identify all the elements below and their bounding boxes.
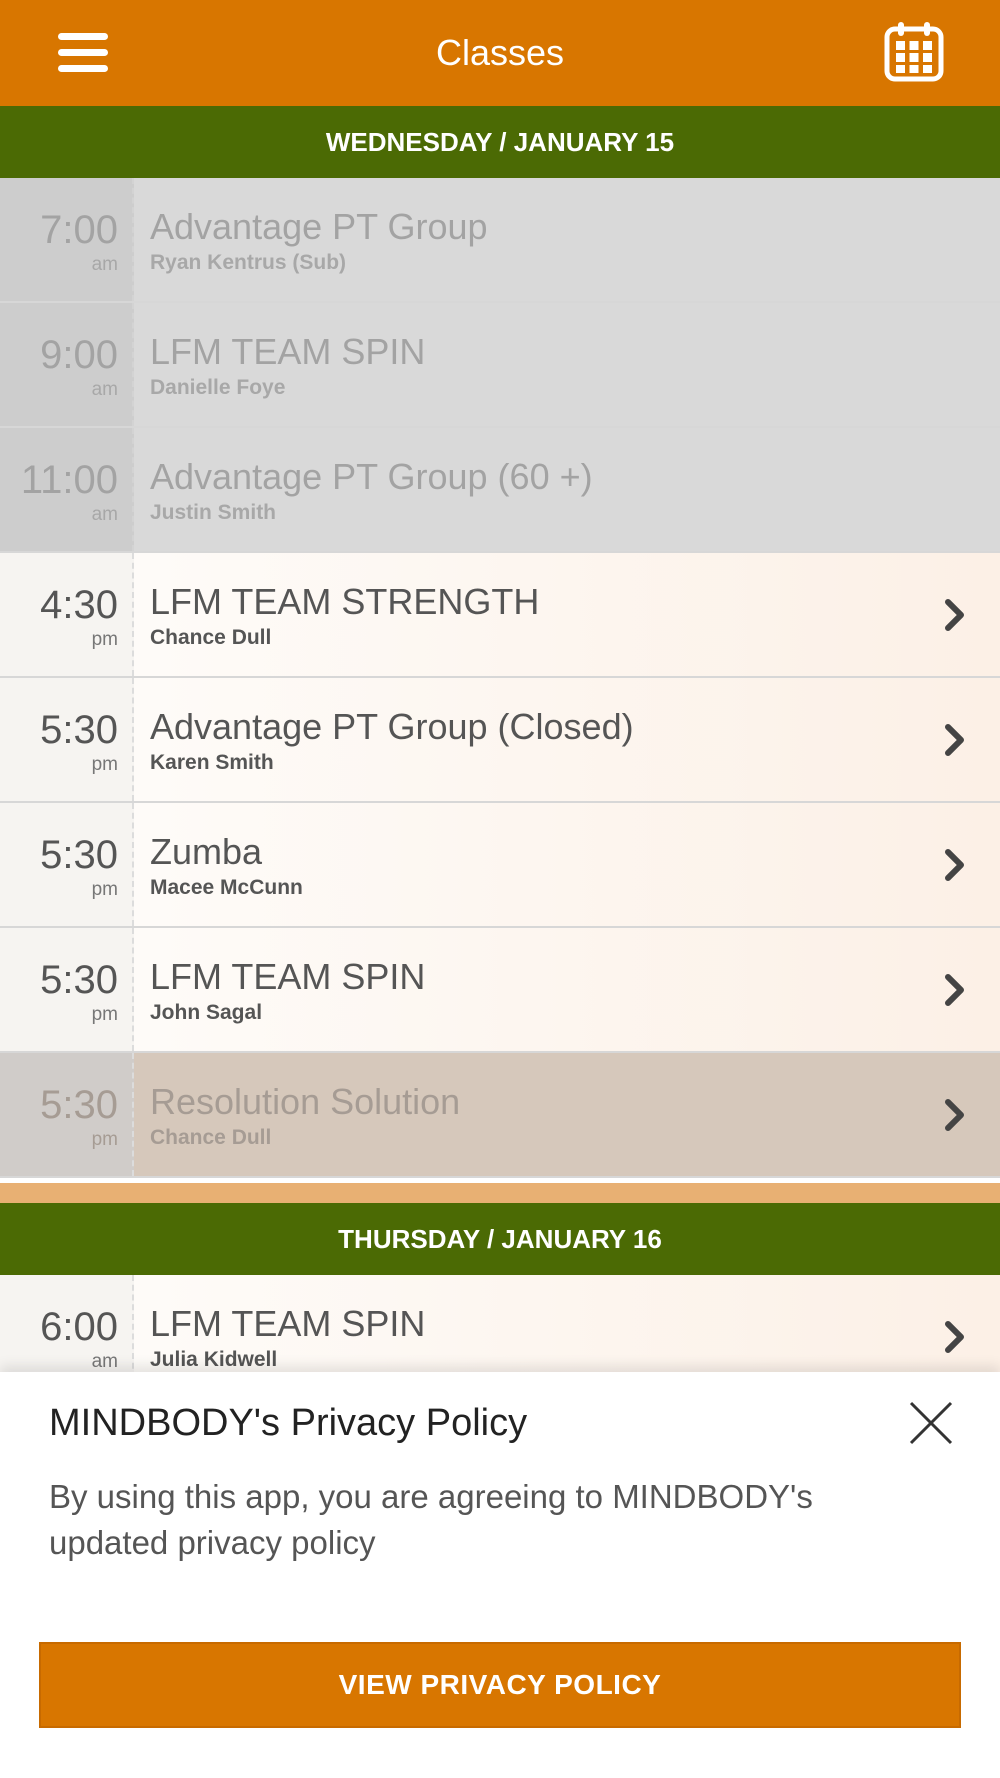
- class-row[interactable]: 9:00 am LFM TEAM SPIN Danielle Foye: [0, 303, 1000, 428]
- time-column: 5:30 pm: [0, 1053, 134, 1176]
- class-name: Advantage PT Group: [150, 206, 488, 247]
- instructor-name: Justin Smith: [150, 501, 277, 524]
- class-ampm: am: [91, 504, 118, 525]
- page-title: Classes: [435, 32, 565, 73]
- class-ampm: pm: [91, 1004, 118, 1025]
- chevron-right-icon[interactable]: [942, 1319, 968, 1355]
- class-row[interactable]: 11:00 am Advantage PT Group (60 +) Justi…: [0, 428, 1000, 553]
- day-header-thursday: THURSDAY / JANUARY 16: [0, 1203, 1000, 1275]
- class-name: LFM TEAM SPIN: [150, 331, 426, 372]
- class-name: Advantage PT Group (Closed): [150, 706, 634, 747]
- class-ampm: am: [91, 1351, 118, 1372]
- class-row[interactable]: 5:30 pm Resolution Solution Chance Dull: [0, 1053, 1000, 1178]
- chevron-right-icon[interactable]: [942, 972, 968, 1008]
- instructor-name: Ryan Kentrus (Sub): [150, 251, 347, 274]
- class-name: Zumba: [150, 831, 263, 872]
- chevron-right-icon[interactable]: [942, 847, 968, 883]
- class-ampm: am: [91, 379, 118, 400]
- time-column: 9:00 am: [0, 303, 134, 426]
- class-ampm: pm: [91, 1129, 118, 1150]
- class-time: 5:30: [40, 1083, 118, 1127]
- instructor-name: Karen Smith: [150, 751, 274, 774]
- chevron-right-icon[interactable]: [942, 597, 968, 633]
- class-ampm: pm: [91, 754, 118, 775]
- class-row[interactable]: 5:30 pm Zumba Macee McCunn: [0, 803, 1000, 928]
- class-ampm: pm: [91, 879, 118, 900]
- class-row[interactable]: 7:00 am Advantage PT Group Ryan Kentrus …: [0, 178, 1000, 303]
- chevron-right-icon[interactable]: [942, 1097, 968, 1133]
- class-time: 6:00: [40, 1305, 118, 1349]
- class-time: 5:30: [40, 958, 118, 1002]
- class-name: Resolution Solution: [150, 1081, 461, 1122]
- class-time: 5:30: [40, 708, 118, 752]
- class-name: LFM TEAM SPIN: [150, 1303, 426, 1344]
- privacy-sheet-body: By using this app, you are agreeing to M…: [49, 1478, 813, 1561]
- time-column: 5:30 pm: [0, 928, 134, 1051]
- instructor-name: Chance Dull: [150, 1126, 272, 1149]
- class-ampm: am: [91, 254, 118, 275]
- class-time: 5:30: [40, 833, 118, 877]
- instructor-name: Chance Dull: [150, 626, 272, 649]
- class-time: 9:00: [40, 333, 118, 377]
- time-column: 11:00 am: [0, 428, 134, 551]
- day-header-wednesday: WEDNESDAY / JANUARY 15: [0, 106, 1000, 178]
- time-column: 4:30 pm: [0, 553, 134, 676]
- day-separator: [0, 1183, 1000, 1203]
- instructor-name: Julia Kidwell: [150, 1348, 278, 1371]
- view-privacy-policy-button[interactable]: VIEW PRIVACY POLICY: [39, 1642, 961, 1728]
- class-time: 7:00: [40, 208, 118, 252]
- time-column: 5:30 pm: [0, 678, 134, 801]
- privacy-policy-sheet: MINDBODY's Privacy Policy By using this …: [0, 1372, 1000, 1778]
- class-time: 4:30: [40, 583, 118, 627]
- privacy-sheet-title: MINDBODY's Privacy Policy: [49, 1402, 528, 1444]
- class-row[interactable]: 5:30 pm LFM TEAM SPIN John Sagal: [0, 928, 1000, 1053]
- class-row[interactable]: 4:30 pm LFM TEAM STRENGTH Chance Dull: [0, 553, 1000, 678]
- time-column: 7:00 am: [0, 178, 134, 301]
- class-name: LFM TEAM SPIN: [150, 956, 426, 997]
- instructor-name: Macee McCunn: [150, 876, 303, 899]
- close-icon[interactable]: [908, 1400, 954, 1446]
- calendar-icon[interactable]: [884, 20, 944, 82]
- time-column: 5:30 pm: [0, 803, 134, 926]
- instructor-name: Danielle Foye: [150, 376, 286, 399]
- class-name: Advantage PT Group (60 +): [150, 456, 593, 497]
- class-name: LFM TEAM STRENGTH: [150, 581, 540, 622]
- class-ampm: pm: [91, 629, 118, 650]
- class-time: 11:00: [20, 458, 118, 502]
- chevron-right-icon[interactable]: [942, 722, 968, 758]
- class-row[interactable]: 5:30 pm Advantage PT Group (Closed) Kare…: [0, 678, 1000, 803]
- app-bar: Classes: [0, 0, 1000, 106]
- instructor-name: John Sagal: [150, 1001, 263, 1024]
